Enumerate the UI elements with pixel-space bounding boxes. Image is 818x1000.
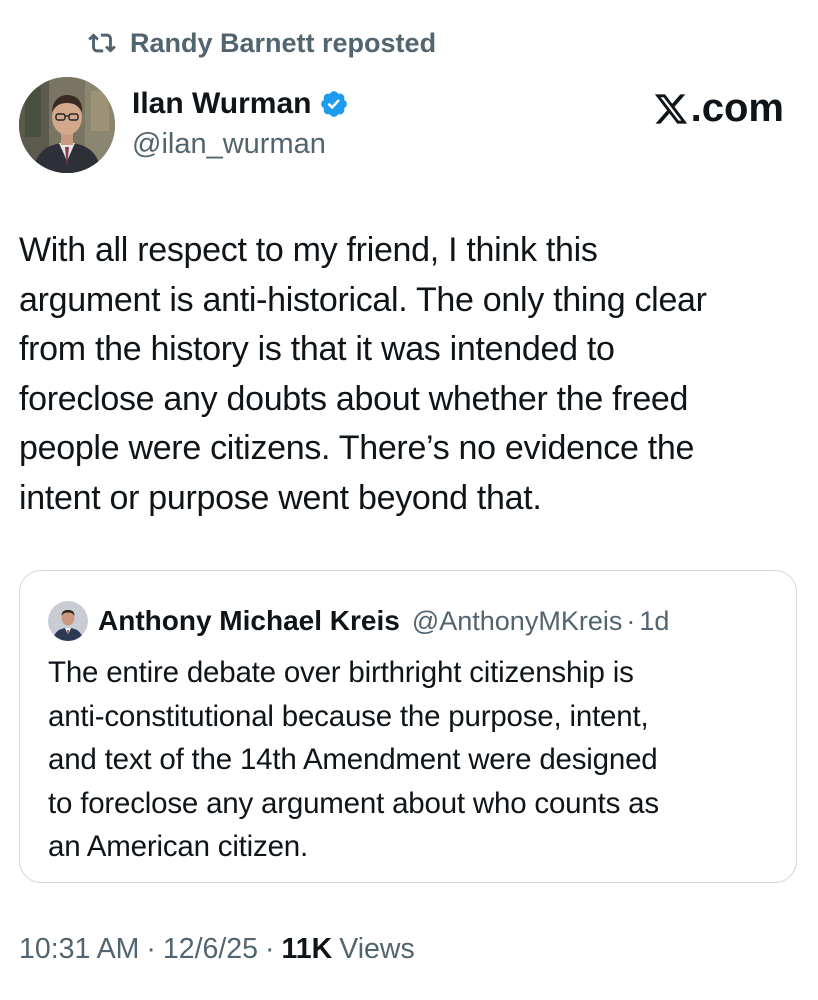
author-handle[interactable]: @ilan_wurman: [132, 128, 349, 161]
quoted-text-line: an American citizen.: [48, 830, 308, 863]
repost-label: Randy Barnett reposted: [130, 27, 437, 58]
author-avatar-image: [19, 77, 115, 173]
quoted-text-line: to foreclose any argument about who coun…: [48, 786, 659, 820]
quoted-timestamp[interactable]: 1d: [639, 606, 669, 637]
tweet-meta: 10:31 AM · 12/6/25 · 11K Views: [19, 933, 415, 966]
quoted-tweet-text: The entire debate over birthright citize…: [48, 651, 778, 869]
quoted-text-line: The entire debate over birthright citize…: [48, 656, 634, 689]
tweet-text-line: argument is anti-historical. The only th…: [19, 280, 707, 319]
author-name-row: Ilan Wurman: [132, 84, 349, 124]
repost-icon: [88, 33, 116, 53]
site-brand: .com: [653, 86, 784, 131]
meta-separator: ·: [265, 933, 275, 965]
quoted-author-avatar[interactable]: [48, 601, 88, 641]
tweet-date[interactable]: 12/6/25: [163, 933, 258, 966]
quoted-text-line: anti-constitutional because the purpose,…: [48, 699, 649, 733]
quoted-author-handle[interactable]: @AnthonyMKreis: [412, 606, 623, 637]
quoted-text-line: and text of the 14th Amendment were desi…: [48, 743, 658, 776]
views-label[interactable]: Views: [339, 933, 415, 966]
tweet-text-line: foreclose any doubts about whether the f…: [19, 379, 689, 418]
tweet-text-line: people were citizens. There’s no evidenc…: [19, 429, 695, 467]
quoted-author-name[interactable]: Anthony Michael Kreis: [98, 605, 400, 637]
author-avatar[interactable]: [19, 77, 115, 173]
tweet-text-line: With all respect to my friend, I think t…: [19, 231, 598, 269]
site-brand-suffix: .com: [690, 86, 784, 130]
tweet-text: With all respect to my friend, I think t…: [19, 226, 799, 523]
quoted-tweet-card[interactable]: Anthony Michael Kreis @AnthonyMKreis · 1…: [19, 570, 797, 883]
views-count[interactable]: 11K: [282, 933, 333, 966]
tweet-time[interactable]: 10:31 AM: [19, 933, 139, 966]
tweet-text-line: intent or purpose went beyond that.: [19, 478, 542, 517]
quoted-separator: ·: [626, 605, 636, 636]
repost-indicator[interactable]: Randy Barnett reposted: [86, 26, 436, 60]
meta-separator: ·: [146, 933, 156, 965]
quoted-tweet-header: Anthony Michael Kreis @AnthonyMKreis · 1…: [48, 601, 669, 641]
verified-badge-icon[interactable]: [319, 89, 349, 119]
quoted-author-avatar-image: [48, 601, 88, 641]
author-name[interactable]: Ilan Wurman: [132, 87, 311, 121]
x-logo-icon: [654, 93, 687, 124]
author-block: Ilan Wurman @ilan_wurman: [132, 84, 349, 161]
tweet-text-line: from the history is that it was intended…: [19, 330, 615, 368]
